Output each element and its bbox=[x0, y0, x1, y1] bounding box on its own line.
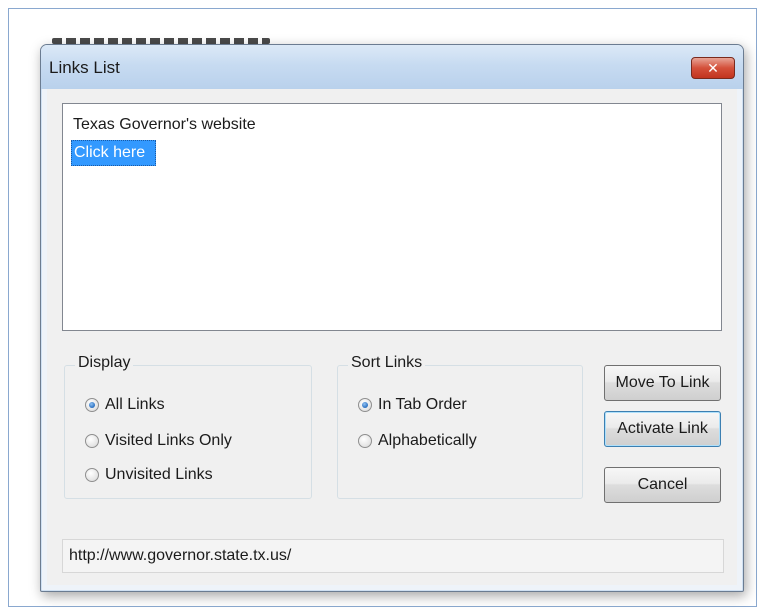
radio-icon bbox=[358, 398, 372, 412]
radio-all-links[interactable]: All Links bbox=[85, 396, 165, 414]
links-list-dialog: Links List ✕ Texas Governor's website Cl… bbox=[40, 44, 744, 592]
display-group-title: Display bbox=[75, 354, 134, 372]
radio-icon bbox=[85, 468, 99, 482]
display-group: Display All Links Visited Links Only Unv… bbox=[64, 354, 312, 499]
radio-label: Unvisited Links bbox=[105, 466, 213, 483]
radio-icon bbox=[358, 434, 372, 448]
radio-label: In Tab Order bbox=[378, 396, 467, 413]
radio-label: All Links bbox=[105, 396, 165, 413]
dialog-title: Links List bbox=[49, 58, 120, 77]
radio-unvisited-links[interactable]: Unvisited Links bbox=[85, 466, 213, 484]
title-bar[interactable]: Links List ✕ bbox=[41, 45, 743, 89]
radio-in-tab-order[interactable]: In Tab Order bbox=[358, 396, 467, 414]
radio-visited-links-only[interactable]: Visited Links Only bbox=[85, 432, 232, 450]
radio-alphabetically[interactable]: Alphabetically bbox=[358, 432, 477, 450]
close-icon: ✕ bbox=[707, 60, 719, 76]
close-button[interactable]: ✕ bbox=[691, 57, 735, 79]
radio-label: Visited Links Only bbox=[105, 432, 232, 449]
cancel-button[interactable]: Cancel bbox=[604, 467, 721, 503]
links-listbox[interactable]: Texas Governor's website Click here bbox=[62, 103, 722, 331]
activate-link-button[interactable]: Activate Link bbox=[604, 411, 721, 447]
list-item-selected[interactable]: Click here bbox=[71, 140, 157, 166]
dialog-client-area: Texas Governor's website Click here Disp… bbox=[47, 89, 737, 585]
sort-links-group: Sort Links In Tab Order Alphabetically bbox=[337, 354, 583, 499]
radio-icon bbox=[85, 434, 99, 448]
url-status-bar: http://www.governor.state.tx.us/ bbox=[62, 539, 724, 573]
list-item[interactable]: Texas Governor's website bbox=[73, 116, 256, 134]
radio-icon bbox=[85, 398, 99, 412]
radio-label: Alphabetically bbox=[378, 432, 477, 449]
move-to-link-button[interactable]: Move To Link bbox=[604, 365, 721, 401]
sort-group-title: Sort Links bbox=[348, 354, 426, 372]
